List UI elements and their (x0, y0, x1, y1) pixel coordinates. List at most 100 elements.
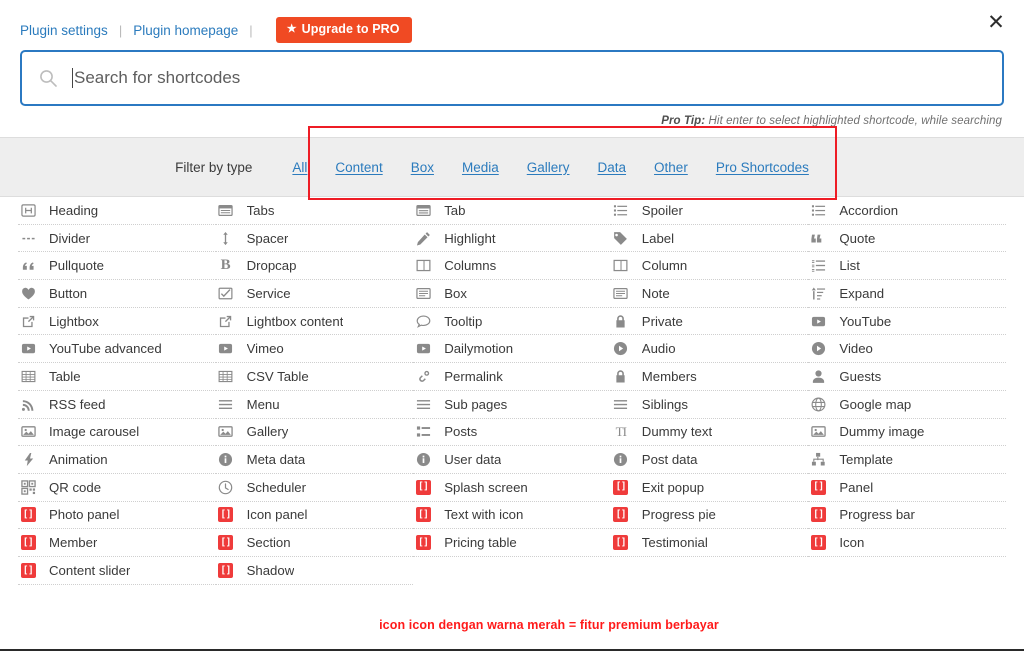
shortcode-item-guests[interactable]: Guests (808, 363, 1006, 391)
shortcode-item-animation[interactable]: Animation (18, 446, 216, 474)
quote-icon (808, 230, 828, 246)
shortcode-item-posts[interactable]: Posts (413, 419, 611, 447)
shortcode-item-icon-panel[interactable]: [] Icon panel (215, 502, 414, 530)
shortcode-item-siblings[interactable]: Siblings (610, 391, 809, 419)
shortcode-item-panel[interactable]: [] Panel (808, 474, 1006, 502)
shortcode-item-audio[interactable]: Audio (610, 335, 809, 364)
shortcode-item-member[interactable]: [] Member (18, 529, 216, 557)
shortcode-item-rss-feed[interactable]: RSS feed (18, 391, 216, 419)
shortcode-item-dummy-text[interactable]: TI Dummy text (610, 419, 809, 447)
filter-gallery[interactable]: Gallery (527, 160, 570, 175)
shortcode-label: Image carousel (49, 424, 140, 440)
header-separator-1: | (118, 22, 123, 38)
close-icon[interactable]: ✕ (982, 8, 1010, 36)
shortcode-item-private[interactable]: Private (610, 308, 809, 336)
shortcode-item-post-data[interactable]: Post data (610, 446, 809, 474)
shortcode-item-table[interactable]: Table (18, 363, 216, 391)
shortcode-item-note[interactable]: Note (610, 280, 809, 308)
filter-data[interactable]: Data (598, 160, 627, 175)
shortcode-label: Sub pages (444, 396, 508, 412)
spacer-arrows-icon (216, 230, 236, 246)
shortcode-item-list[interactable]: List (808, 252, 1006, 281)
filter-box[interactable]: Box (411, 160, 434, 175)
shortcode-item-user-data[interactable]: User data (413, 446, 611, 474)
shortcode-item-shadow[interactable]: [] Shadow (215, 557, 414, 585)
shortcode-item-empty (611, 557, 809, 585)
shortcode-item-button[interactable]: Button (18, 280, 216, 308)
shortcode-item-testimonial[interactable]: [] Testimonial (610, 529, 809, 557)
shortcode-item-splash-screen[interactable]: [] Splash screen (413, 474, 611, 502)
shortcode-item-vimeo[interactable]: Vimeo (215, 335, 414, 364)
shortcode-item-members[interactable]: Members (610, 363, 809, 391)
shortcode-item-label[interactable]: Label (610, 225, 809, 253)
shortcode-item-dummy-image[interactable]: Dummy image (808, 419, 1006, 447)
shortcode-item-csv-table[interactable]: CSV Table (215, 363, 414, 391)
shortcode-item-template[interactable]: Template (808, 446, 1006, 474)
filter-content[interactable]: Content (335, 160, 382, 175)
shortcode-item-dropcap[interactable]: B Dropcap (215, 252, 414, 281)
shortcode-item-columns[interactable]: Columns (413, 252, 611, 281)
shortcode-item-spacer[interactable]: Spacer (215, 225, 414, 253)
shortcode-label: Service (246, 285, 291, 301)
shortcode-item-scheduler[interactable]: Scheduler (215, 474, 414, 502)
shortcode-item-divider[interactable]: Divider (18, 225, 216, 253)
shortcode-item-heading[interactable]: Heading (18, 197, 216, 225)
shortcode-item-permalink[interactable]: Permalink (413, 363, 611, 391)
search-placeholder: Search for shortcodes (74, 68, 241, 87)
filter-pro-shortcodes[interactable]: Pro Shortcodes (716, 160, 809, 175)
shortcode-item-tab[interactable]: Tab (413, 197, 611, 225)
shortcode-item-spoiler[interactable]: Spoiler (610, 197, 809, 225)
shortcode-item-menu[interactable]: Menu (215, 391, 414, 419)
pro-bracket-icon: [] (216, 562, 236, 578)
shortcode-item-pullquote[interactable]: Pullquote (18, 252, 216, 281)
shortcode-item-sub-pages[interactable]: Sub pages (413, 391, 611, 419)
shortcode-column-2: Tabs Spacer B Dropcap Service Lightbox conten… (215, 197, 414, 585)
shortcode-item-box[interactable]: Box (413, 280, 611, 308)
shortcode-item-lightbox[interactable]: Lightbox (18, 308, 216, 336)
shortcode-item-progress-pie[interactable]: [] Progress pie (610, 502, 809, 530)
filter-all[interactable]: All (292, 160, 307, 175)
shortcode-item-photo-panel[interactable]: [] Photo panel (18, 502, 216, 530)
shortcode-item-progress-bar[interactable]: [] Progress bar (808, 502, 1006, 530)
plugin-settings-link[interactable]: Plugin settings (20, 23, 108, 38)
shortcode-item-content-slider[interactable]: [] Content slider (18, 557, 216, 585)
upgrade-to-pro-button[interactable]: ★ Upgrade to PRO (275, 17, 412, 43)
plugin-homepage-link[interactable]: Plugin homepage (133, 23, 238, 38)
filter-media[interactable]: Media (462, 160, 499, 175)
shortcode-item-qr-code[interactable]: QR code (18, 474, 216, 502)
shortcode-item-image-carousel[interactable]: Image carousel (18, 419, 216, 447)
shortcode-item-youtube-advanced[interactable]: YouTube advanced (18, 335, 216, 364)
pullquote-icon (18, 258, 38, 274)
shortcode-item-gallery[interactable]: Gallery (215, 419, 414, 447)
shortcode-item-text-with-icon[interactable]: [] Text with icon (413, 502, 611, 530)
shortcode-item-youtube[interactable]: YouTube (808, 308, 1006, 336)
shortcode-item-accordion[interactable]: Accordion (808, 197, 1006, 225)
shortcode-item-highlight[interactable]: Highlight (413, 225, 611, 253)
shortcode-label: Progress bar (839, 507, 915, 523)
pro-bracket-icon: [] (18, 535, 38, 551)
shortcode-item-lightbox-content[interactable]: Lightbox content (215, 308, 414, 336)
shortcode-item-tooltip[interactable]: Tooltip (413, 308, 611, 336)
shortcode-item-quote[interactable]: Quote (808, 225, 1006, 253)
image-icon (18, 424, 38, 440)
shortcode-label: Menu (246, 396, 280, 412)
shortcode-item-google-map[interactable]: Google map (808, 391, 1006, 419)
shortcode-item-dailymotion[interactable]: Dailymotion (413, 335, 611, 364)
shortcode-item-expand[interactable]: Expand (808, 280, 1006, 308)
filter-other[interactable]: Other (654, 160, 688, 175)
shortcode-item-tabs[interactable]: Tabs (215, 197, 414, 225)
shortcode-item-section[interactable]: [] Section (215, 529, 414, 557)
shortcode-label: Button (49, 285, 88, 301)
shortcode-item-meta-data[interactable]: Meta data (215, 446, 414, 474)
shortcode-item-icon[interactable]: [] Icon (808, 529, 1006, 557)
shortcode-item-exit-popup[interactable]: [] Exit popup (610, 474, 809, 502)
shortcode-item-column[interactable]: Column (610, 252, 809, 281)
shortcode-item-video[interactable]: Video (808, 335, 1006, 364)
search-input[interactable]: Search for shortcodes (20, 50, 1004, 106)
shortcode-label: YouTube (839, 313, 892, 329)
box-lines-icon (413, 285, 433, 301)
shortcode-label: Template (839, 452, 893, 468)
shortcode-item-pricing-table[interactable]: [] Pricing table (413, 529, 611, 557)
shortcode-item-service[interactable]: Service (215, 280, 414, 308)
audio-play-icon (808, 341, 828, 357)
